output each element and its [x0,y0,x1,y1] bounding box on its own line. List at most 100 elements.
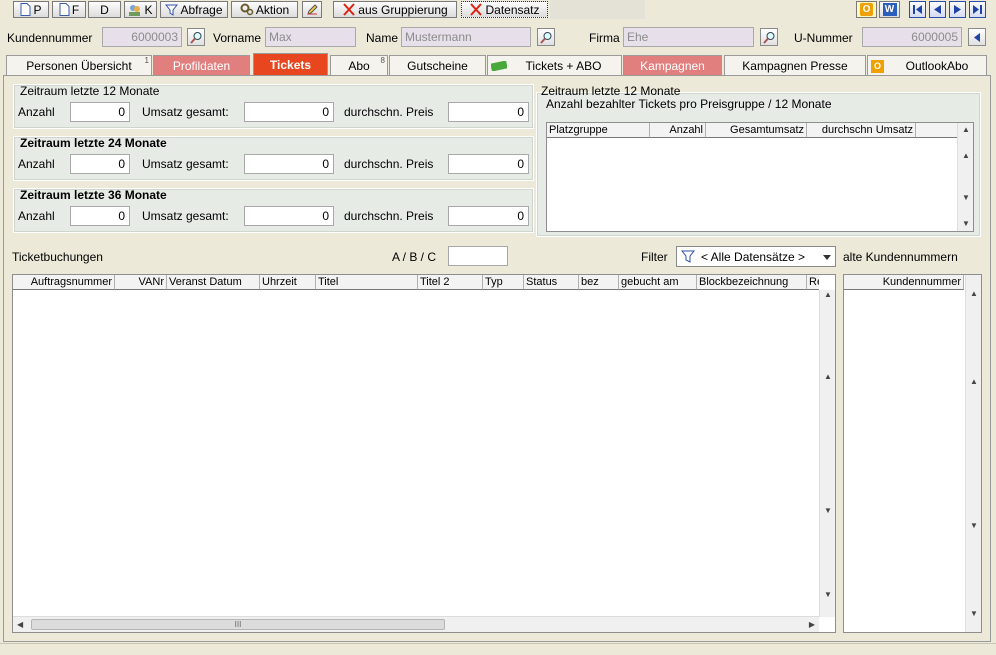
name-field[interactable]: Mustermann [401,27,531,47]
k-button[interactable]: K [124,1,157,18]
word-icon: W [882,3,897,16]
unummer-back-button[interactable] [968,28,986,46]
column-header[interactable]: Gesamtumsatz [706,123,807,138]
scroll-left-icon[interactable]: ◀ [17,620,23,629]
tab-label: Kampagnen Presse [742,58,848,73]
red-x-icon [343,3,356,16]
column-header[interactable]: gebucht am [619,275,697,290]
period-24-title: Zeitraum letzte 24 Monate [20,136,167,150]
d-button[interactable]: D [88,1,121,18]
aus-gruppierung-button[interactable]: aus Gruppierung [333,1,457,18]
p-button[interactable]: P [13,1,49,18]
scroll-down-icon[interactable]: ▼ [970,521,978,530]
period-24-anzahl-label: Anzahl [18,157,55,171]
tab-profildaten[interactable]: Profildaten [153,55,250,75]
scroll-down-icon[interactable]: ▼ [970,609,978,618]
period-36-umsatz-field[interactable]: 0 [244,206,334,226]
last-record-button[interactable] [969,1,986,18]
tab-kampagnen[interactable]: Kampagnen [623,55,722,75]
scroll-up-icon[interactable]: ▲ [970,289,978,298]
period-12-title: Zeitraum letzte 12 Monate [20,84,160,98]
d-button-label: D [100,2,109,17]
name-search-button[interactable] [537,28,555,46]
scroll-down-icon[interactable]: ▼ [962,193,970,202]
period-36-preis-label: durchschn. Preis [344,209,434,223]
tab-abo[interactable]: Abo 8 [330,55,388,75]
scroll-up-icon[interactable]: ▲ [962,125,970,134]
tab-tickets-abo[interactable]: Tickets + ABO [487,55,622,75]
scroll-up-icon[interactable]: ▲ [962,151,970,160]
scroll-down-icon[interactable]: ▼ [824,506,832,515]
firma-field[interactable]: Ehe [623,27,754,47]
first-record-button[interactable] [909,1,926,18]
column-header[interactable]: Veranst Datum [167,275,260,290]
abfrage-button[interactable]: Abfrage [160,1,228,18]
datensatz-button[interactable]: Datensatz [461,1,548,18]
tab-tickets[interactable]: Tickets [253,53,328,75]
period-12-anzahl-field[interactable]: 0 [70,102,130,122]
period-24-anzahl-field[interactable]: 0 [70,154,130,174]
horizontal-scroll-thumb[interactable]: III [31,619,445,630]
preisgruppe-scrollbar[interactable]: ▲ ▲ ▼ ▼ [957,123,973,231]
column-header[interactable]: Uhrzeit [260,275,316,290]
column-header[interactable]: VANr [115,275,167,290]
column-header[interactable]: Status [524,275,579,290]
column-header[interactable]: durchschn Umsatz [807,123,916,138]
alte-kundennummern-scrollbar[interactable]: ▲ ▲ ▼ ▼ [965,275,981,632]
tab-label: Tickets + ABO [525,58,602,73]
next-record-button[interactable] [949,1,966,18]
kundennummer-field[interactable]: 6000003 [102,27,182,47]
previous-record-button[interactable] [929,1,946,18]
column-header[interactable]: Kundennummer [844,275,964,290]
unummer-field[interactable]: 6000005 [862,27,962,47]
scroll-up-icon[interactable]: ▲ [970,377,978,386]
scroll-up-icon[interactable]: ▲ [824,372,832,381]
period-24-preis-field[interactable]: 0 [448,154,529,174]
column-header[interactable]: Typ [483,275,524,290]
bookings-grid[interactable]: Auftragsnummer VANr Veranst Datum Uhrzei… [12,274,836,633]
f-button[interactable]: F [52,1,86,18]
period-12-preis-label: durchschn. Preis [344,105,434,119]
tab-label: Tickets [269,57,312,72]
preisgruppe-grid[interactable]: Platzgruppe Anzahl Gesamtumsatz durchsch… [546,122,974,232]
tab-outlookabo[interactable]: O OutlookAbo [867,55,987,75]
aus-gruppierung-button-label: aus Gruppierung [358,2,448,17]
column-header[interactable]: Titel [316,275,418,290]
word-button[interactable]: W [879,1,900,18]
period-36-anzahl-field[interactable]: 0 [70,206,130,226]
scroll-right-icon[interactable]: ▶ [809,620,815,629]
period-12-umsatz-label: Umsatz gesamt: [142,105,229,119]
column-header[interactable]: Auftragsnummer [13,275,115,290]
column-header[interactable]: Re [807,275,819,290]
column-header[interactable]: Anzahl [650,123,706,138]
scroll-up-icon[interactable]: ▲ [824,290,832,299]
edit-pencil-button[interactable] [302,1,322,18]
scroll-down-icon[interactable]: ▼ [962,219,970,228]
tab-kampagnen-presse[interactable]: Kampagnen Presse [724,55,866,75]
tab-gutscheine[interactable]: Gutscheine [389,55,486,75]
alte-kundennummern-grid[interactable]: Kundennummer ▲ ▲ ▼ ▼ [843,274,982,633]
period-12-umsatz-field[interactable]: 0 [244,102,334,122]
column-header[interactable]: Blockbezeichnung [697,275,807,290]
filter-select[interactable]: < Alle Datensätze > [676,246,836,267]
period-36-preis-field[interactable]: 0 [448,206,529,226]
period-24-umsatz-label: Umsatz gesamt: [142,157,229,171]
bookings-horizontal-scrollbar[interactable]: ◀ III ▶ [13,616,819,632]
vorname-field[interactable]: Max [265,27,356,47]
aktion-button[interactable]: Aktion [231,1,298,18]
period-24-umsatz-field[interactable]: 0 [244,154,334,174]
previous-record-icon [934,5,941,14]
kundennummer-search-button[interactable] [187,28,205,46]
bookings-vertical-scrollbar[interactable]: ▲ ▲ ▼ ▼ [819,290,835,617]
column-header[interactable]: Titel 2 [418,275,483,290]
column-header[interactable]: bez [579,275,619,290]
column-header[interactable]: Platzgruppe [547,123,650,138]
scroll-down-icon[interactable]: ▼ [824,590,832,599]
outlook-button[interactable]: O [856,1,877,18]
red-x-icon [470,3,483,16]
abc-field[interactable] [448,246,508,266]
period-36-anzahl-label: Anzahl [18,209,55,223]
firma-search-button[interactable] [760,28,778,46]
tab-personen-uebersicht[interactable]: Personen Übersicht 1 [6,55,152,75]
period-12-preis-field[interactable]: 0 [448,102,529,122]
